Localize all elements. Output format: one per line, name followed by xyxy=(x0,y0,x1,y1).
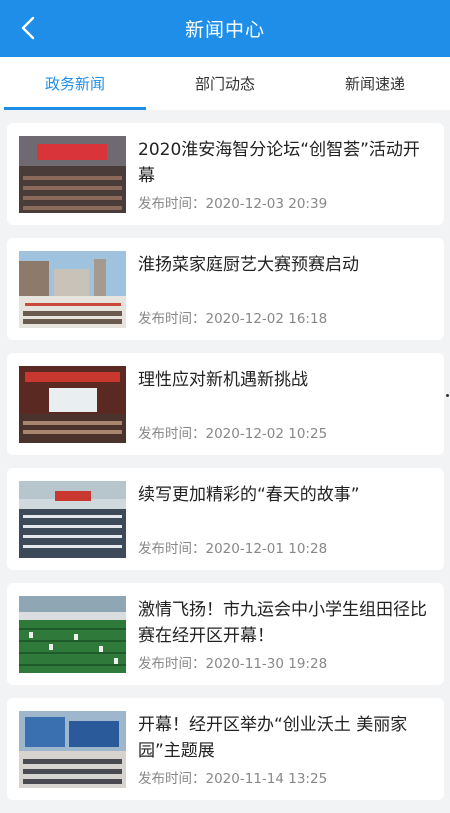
chevron-left-icon xyxy=(21,16,35,40)
news-item[interactable]: 淮扬菜家庭厨艺大赛预赛启动 发布时间：2020-12-02 16:18 xyxy=(7,238,444,340)
news-item[interactable]: 激情飞扬！市九运会中小学生组田径比赛在经开区开幕！ 发布时间：2020-11-3… xyxy=(7,583,444,685)
news-thumbnail xyxy=(19,711,126,788)
page-title: 新闻中心 xyxy=(184,19,265,41)
scrollbar-indicator xyxy=(446,394,449,397)
back-button[interactable] xyxy=(14,14,42,42)
news-date: 发布时间：2020-12-02 10:25 xyxy=(138,426,328,442)
news-date: 发布时间：2020-11-14 13:25 xyxy=(138,771,328,787)
news-thumbnail xyxy=(19,136,126,213)
tab-government-news[interactable]: 政务新闻 xyxy=(0,57,150,110)
news-title: 开幕！经开区举办“创业沃土 美丽家园”主题展 xyxy=(138,715,408,761)
news-date: 发布时间：2020-12-01 10:28 xyxy=(138,541,328,557)
news-item[interactable]: 续写更加精彩的“春天的故事” 发布时间：2020-12-01 10:28 xyxy=(7,468,444,570)
news-title: 理性应对新机遇新挑战 xyxy=(138,370,308,390)
top-bar: 新闻中心 xyxy=(0,0,450,57)
news-item[interactable]: 理性应对新机遇新挑战 发布时间：2020-12-02 10:25 xyxy=(7,353,444,455)
news-thumbnail xyxy=(19,251,126,328)
news-item[interactable]: 开幕！经开区举办“创业沃土 美丽家园”主题展 发布时间：2020-11-14 1… xyxy=(7,698,444,800)
news-date: 发布时间：2020-12-03 20:39 xyxy=(138,196,328,212)
news-date: 发布时间：2020-12-02 16:18 xyxy=(138,311,328,327)
news-date: 发布时间：2020-11-30 19:28 xyxy=(138,656,328,672)
news-title: 激情飞扬！市九运会中小学生组田径比赛在经开区开幕！ xyxy=(138,600,427,646)
tab-news-flash[interactable]: 新闻速递 xyxy=(300,57,450,110)
news-thumbnail xyxy=(19,596,126,673)
tab-bar: 政务新闻 部门动态 新闻速递 xyxy=(0,57,450,110)
news-thumbnail xyxy=(19,366,126,443)
news-title: 2020淮安海智分论坛“创智荟”活动开幕 xyxy=(138,140,420,186)
news-title: 淮扬菜家庭厨艺大赛预赛启动 xyxy=(138,255,359,275)
news-title: 续写更加精彩的“春天的故事” xyxy=(138,485,360,505)
news-list: 2020淮安海智分论坛“创智荟”活动开幕 发布时间：2020-12-03 20:… xyxy=(7,123,444,813)
news-item[interactable]: 2020淮安海智分论坛“创智荟”活动开幕 发布时间：2020-12-03 20:… xyxy=(7,123,444,225)
tab-department-updates[interactable]: 部门动态 xyxy=(150,57,300,110)
news-thumbnail xyxy=(19,481,126,558)
